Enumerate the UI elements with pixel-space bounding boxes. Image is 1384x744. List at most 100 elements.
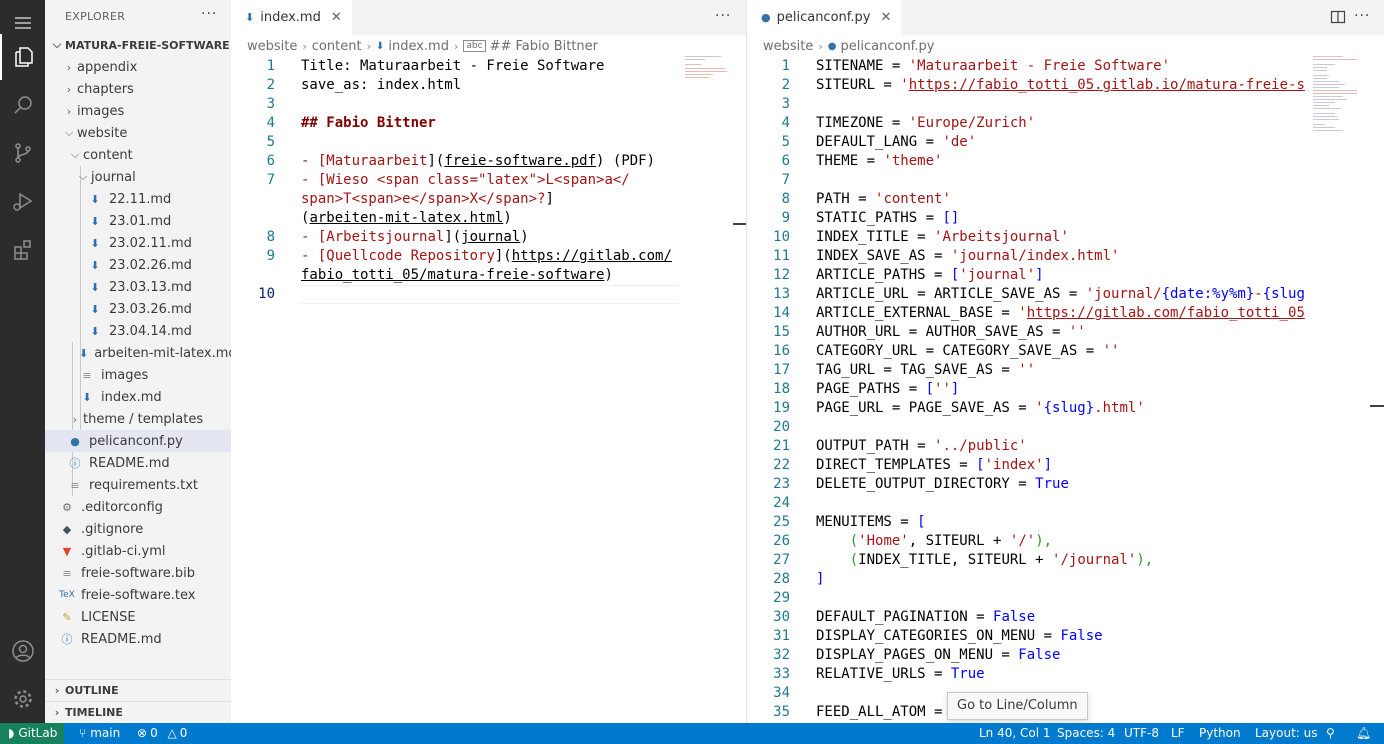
tree-file-selected[interactable]: ● pelicanconf.py: [45, 430, 231, 452]
code-line: - [Wieso <span class="latex">L<span>a</: [301, 171, 630, 190]
tree-file[interactable]: ⓘ README.md: [45, 452, 231, 474]
tree-file[interactable]: ⓘ README.md: [45, 628, 231, 650]
tree-label: 23.04.14.md: [109, 323, 192, 339]
breadcrumb-item[interactable]: ## Fabio Bittner: [490, 39, 598, 54]
outline-section[interactable]: › OUTLINE: [45, 679, 231, 701]
string-token: '': [1102, 343, 1120, 359]
minimap-line: [1313, 113, 1335, 114]
search-icon[interactable]: [0, 82, 45, 128]
tree-label: website: [77, 125, 128, 141]
link-url-token[interactable]: arbeiten-mit-latex.html: [309, 210, 503, 226]
account-icon[interactable]: [0, 628, 45, 674]
markdown-file-icon: ⬇: [90, 302, 100, 316]
tree-folder[interactable]: ≡ images: [45, 364, 231, 386]
tree-file[interactable]: TeX freie-software.tex: [45, 584, 231, 606]
code-editor-left[interactable]: 1 2 3 4 5 6 7 8 9 10 Title: Maturaarbeit…: [231, 57, 691, 717]
link-url-token[interactable]: journal: [461, 229, 520, 245]
tree-file[interactable]: ⬇ 23.04.14.md: [45, 320, 231, 342]
tree-file[interactable]: ✎ LICENSE: [45, 606, 231, 628]
tree-folder-appendix[interactable]: › appendix: [45, 56, 231, 78]
keyboard-layout[interactable]: Layout: us: [1255, 723, 1318, 744]
tree-file[interactable]: ≡ requirements.txt: [45, 474, 231, 496]
tree-file[interactable]: ⬇ 23.03.26.md: [45, 298, 231, 320]
code-line: ('Home', SITEURL + '/'),: [816, 532, 1052, 551]
code-line: SITENAME = 'Maturaarbeit - Freie Softwar…: [816, 57, 1170, 76]
end-of-line[interactable]: LF: [1171, 723, 1185, 744]
chevron-right-icon: ›: [54, 706, 60, 719]
tree-folder-website[interactable]: ⌵ website: [45, 122, 231, 144]
breadcrumb-item[interactable]: website: [247, 39, 297, 54]
minimap-line: [1313, 93, 1357, 94]
tree-file[interactable]: ⬇ 23.01.md: [45, 210, 231, 232]
code-token: ](: [427, 153, 445, 169]
encoding[interactable]: UTF-8: [1124, 723, 1159, 744]
tree-file[interactable]: ⬇ 22.11.md: [45, 188, 231, 210]
tree-folder-theme[interactable]: › theme / templates: [45, 408, 231, 430]
problems-indicator[interactable]: ⊗ 0 △ 0: [137, 723, 187, 744]
bracket-token: ]: [1035, 267, 1044, 283]
explorer-more-icon[interactable]: ···: [201, 6, 217, 22]
indentation[interactable]: Spaces: 4: [1057, 723, 1115, 744]
tree-file[interactable]: ≡ freie-software.bib: [45, 562, 231, 584]
language-mode[interactable]: Python: [1199, 723, 1241, 744]
tree-file[interactable]: ⬇ 23.03.13.md: [45, 276, 231, 298]
breadcrumb-item[interactable]: pelicanconf.py: [841, 39, 935, 54]
minimap-line: [1313, 124, 1325, 125]
more-actions-icon[interactable]: ···: [715, 8, 731, 24]
tree-file[interactable]: ◆ .gitignore: [45, 518, 231, 540]
cursor-position[interactable]: Ln 40, Col 1: [979, 723, 1051, 744]
tree-folder-content[interactable]: ⌵ content: [45, 144, 231, 166]
split-editor-icon[interactable]: [1330, 9, 1346, 29]
tree-file[interactable]: ⬇ arbeiten-mit-latex.md: [45, 342, 231, 364]
breadcrumb-item[interactable]: content: [312, 39, 362, 54]
tree-folder-images[interactable]: › images: [45, 100, 231, 122]
link-text-token: Wieso <span class="latex">L<span>a</: [326, 172, 630, 188]
link-url-token[interactable]: freie-software.pdf: [444, 153, 596, 169]
link-url-token[interactable]: fabio_totti_05/matura-freie-software: [301, 267, 604, 283]
feedback-icon[interactable]: ⚲: [1326, 723, 1335, 744]
explorer-icon[interactable]: [0, 34, 45, 80]
link-url-token[interactable]: https://fabio_totti_05.gitlab.io/matura-…: [909, 77, 1305, 93]
tree-label: freie-software.bib: [81, 565, 196, 581]
workspace-root[interactable]: ⌵ MATURA-FREIE-SOFTWARE: [45, 34, 231, 56]
tree-file[interactable]: ⚙ .editorconfig: [45, 496, 231, 518]
tree-folder-journal[interactable]: ⌵ journal: [45, 166, 231, 188]
tree-folder-chapters[interactable]: › chapters: [45, 78, 231, 100]
code-token: DELETE_OUTPUT_DIRECTORY =: [816, 476, 1036, 492]
minimap-line: [1313, 64, 1335, 65]
tab-bar: ⬇ index.md ✕ ···: [231, 0, 746, 35]
breadcrumb-item[interactable]: index.md: [388, 39, 449, 54]
breadcrumb: website › ● pelicanconf.py: [763, 36, 934, 56]
link-url-token[interactable]: https://gitlab.com/fabio_totti_05: [1027, 305, 1305, 321]
tree-file[interactable]: ⬇ 23.02.11.md: [45, 232, 231, 254]
tree-file[interactable]: ⬇ index.md: [45, 386, 231, 408]
timeline-section[interactable]: › TIMELINE: [45, 701, 231, 723]
branch-indicator[interactable]: ⑂ main: [79, 723, 120, 744]
settings-gear-icon[interactable]: [0, 676, 45, 722]
breadcrumb-item[interactable]: website: [763, 39, 813, 54]
code-editor-right[interactable]: 1 2 3 4 5 6 7 8 9 10 11 12 13 14 15 16 17 18 19 20 21 22 23 24 2…: [747, 57, 1305, 723]
markdown-file-icon: ⬇: [82, 390, 92, 404]
chevron-right-icon: ›: [66, 60, 72, 74]
tab-pelicanconf-py[interactable]: ● pelicanconf.py ✕: [747, 0, 903, 35]
placeholder-token: {date:%y%m}: [1161, 286, 1255, 302]
tree-file[interactable]: ▼ .gitlab-ci.yml: [45, 540, 231, 562]
run-debug-icon[interactable]: [0, 178, 45, 224]
link-url-token[interactable]: https://gitlab.com/: [512, 248, 672, 264]
close-icon[interactable]: ✕: [881, 10, 892, 25]
minimap-line: [685, 71, 727, 72]
notifications-bell-icon[interactable]: 🔔︎: [1356, 723, 1371, 744]
license-icon: ✎: [62, 610, 72, 624]
tab-label: index.md: [260, 10, 321, 25]
tree-file[interactable]: ⬇ 23.02.26.md: [45, 254, 231, 276]
source-control-icon[interactable]: [0, 130, 45, 176]
close-icon[interactable]: ✕: [331, 10, 342, 25]
minimap[interactable]: [1313, 56, 1373, 136]
more-actions-icon[interactable]: ···: [1354, 8, 1370, 24]
minimap-line: [1313, 81, 1339, 82]
extensions-icon[interactable]: [0, 226, 45, 272]
source-control-icon: ⑂: [79, 726, 87, 740]
tab-index-md[interactable]: ⬇ index.md ✕: [231, 0, 353, 35]
remote-indicator[interactable]: ◗ GitLab: [0, 723, 64, 744]
minimap[interactable]: [685, 56, 745, 146]
